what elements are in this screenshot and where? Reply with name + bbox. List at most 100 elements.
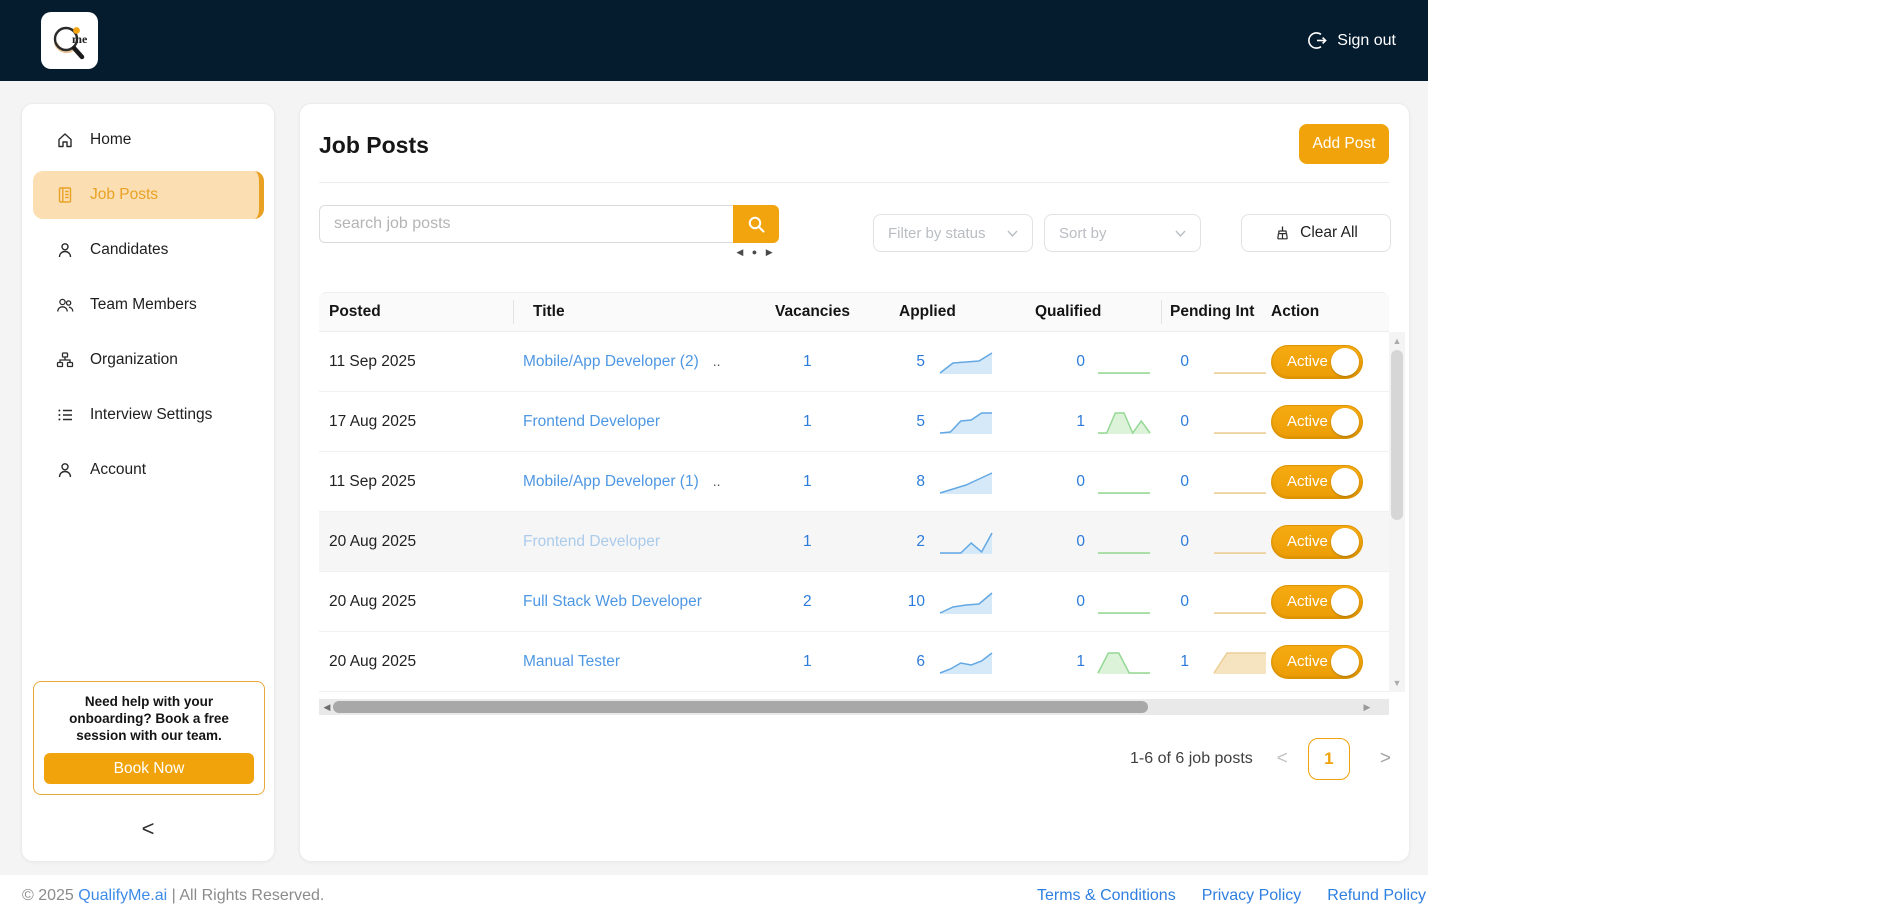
column-header-vacancies: Vacancies bbox=[775, 303, 850, 320]
cell-posted: 11 Sep 2025 bbox=[329, 472, 416, 490]
search-input[interactable] bbox=[319, 205, 733, 243]
job-title-link[interactable]: Manual Tester bbox=[523, 653, 620, 671]
vertical-scrollbar[interactable]: ▲ ▼ bbox=[1389, 332, 1405, 692]
clear-all-button[interactable]: Clear All bbox=[1241, 214, 1391, 252]
job-title-link[interactable]: Frontend Developer bbox=[523, 413, 660, 431]
sort-placeholder: Sort by bbox=[1059, 224, 1107, 242]
qualified-count-link[interactable]: 1 bbox=[1059, 653, 1085, 671]
cell-qualified: 0 bbox=[1031, 347, 1161, 377]
page-title: Job Posts bbox=[319, 132, 429, 158]
pending-sparkline bbox=[1213, 651, 1266, 674]
book-now-button[interactable]: Book Now bbox=[44, 753, 254, 784]
sign-out-button[interactable]: Sign out bbox=[1307, 0, 1396, 81]
status-toggle[interactable]: Active bbox=[1271, 404, 1363, 439]
pending-count-link[interactable]: 0 bbox=[1169, 473, 1189, 491]
cell-title: Mobile/App Developer (2) .. bbox=[513, 353, 761, 371]
brand-footer-link[interactable]: QualifyMe.ai bbox=[78, 887, 167, 904]
filter-placeholder: Filter by status bbox=[888, 224, 986, 242]
status-toggle[interactable]: Active bbox=[1271, 584, 1363, 619]
pending-count-link[interactable]: 0 bbox=[1169, 533, 1189, 551]
qualified-sparkline bbox=[1097, 651, 1150, 674]
applied-count-link[interactable]: 5 bbox=[899, 413, 925, 431]
filter-by-status-select[interactable]: Filter by status bbox=[873, 214, 1033, 252]
pending-count-link[interactable]: 0 bbox=[1169, 593, 1189, 611]
pending-count-link[interactable]: 1 bbox=[1169, 653, 1189, 671]
qualified-count-link[interactable]: 1 bbox=[1059, 413, 1085, 431]
app-window: me Sign out Home Job Posts Candidates Te… bbox=[0, 0, 1428, 916]
scroll-down-icon[interactable]: ▼ bbox=[1389, 676, 1405, 690]
column-header-pending-int: Pending Int bbox=[1161, 300, 1269, 324]
qualified-count-link[interactable]: 0 bbox=[1059, 533, 1085, 551]
sidebar-item-label: Home bbox=[90, 131, 132, 148]
privacy-policy-link[interactable]: Privacy Policy bbox=[1202, 887, 1302, 905]
applied-count-link[interactable]: 10 bbox=[899, 593, 925, 611]
clear-all-label: Clear All bbox=[1300, 224, 1358, 241]
applied-count-link[interactable]: 2 bbox=[899, 533, 925, 551]
pagination-next-button[interactable]: > bbox=[1380, 748, 1391, 770]
cell-vacancies[interactable]: 1 bbox=[761, 533, 871, 551]
refund-policy-link[interactable]: Refund Policy bbox=[1327, 887, 1426, 905]
sidebar-item-organization[interactable]: Organization bbox=[22, 336, 274, 384]
job-title-link[interactable]: Full Stack Web Developer bbox=[523, 593, 702, 611]
toggle-knob bbox=[1331, 647, 1359, 676]
cell-vacancies[interactable]: 1 bbox=[761, 353, 871, 371]
applied-count-link[interactable]: 6 bbox=[899, 653, 925, 671]
vertical-scrollbar-thumb[interactable] bbox=[1391, 350, 1403, 520]
pagination-page-1[interactable]: 1 bbox=[1307, 738, 1350, 780]
applied-sparkline bbox=[939, 591, 993, 614]
status-toggle[interactable]: Active bbox=[1271, 344, 1363, 379]
qualified-count-link[interactable]: 0 bbox=[1059, 353, 1085, 371]
sidebar-item-label: Interview Settings bbox=[90, 406, 213, 423]
toggle-knob bbox=[1331, 467, 1359, 496]
pending-sparkline bbox=[1214, 491, 1266, 494]
job-title-link[interactable]: Mobile/App Developer (1) bbox=[523, 473, 699, 491]
pagination-prev-button[interactable]: < bbox=[1277, 748, 1288, 770]
job-title-link[interactable]: Mobile/App Developer (2) bbox=[523, 353, 699, 371]
sidebar-item-job-posts[interactable]: Job Posts bbox=[33, 171, 264, 219]
status-toggle[interactable]: Active bbox=[1271, 644, 1363, 679]
applied-count-link[interactable]: 8 bbox=[899, 473, 925, 491]
copyright: © 2025 QualifyMe.ai | All Rights Reserve… bbox=[22, 887, 324, 905]
cell-vacancies[interactable]: 2 bbox=[761, 593, 871, 611]
sidebar-item-account[interactable]: Account bbox=[22, 446, 274, 494]
sidebar-item-home[interactable]: Home bbox=[22, 116, 274, 164]
pending-count-link[interactable]: 0 bbox=[1169, 413, 1189, 431]
cell-pending-int: 0 bbox=[1161, 527, 1269, 557]
table-row: 20 Aug 2025 Frontend Developer 1 2 0 0 A… bbox=[319, 512, 1389, 572]
horizontal-scrollbar-thumb[interactable] bbox=[333, 701, 1148, 713]
cell-posted: 11 Sep 2025 bbox=[329, 352, 416, 370]
sidebar-item-team-members[interactable]: Team Members bbox=[22, 281, 274, 329]
cell-title: Mobile/App Developer (1) .. bbox=[513, 473, 761, 491]
cell-vacancies[interactable]: 1 bbox=[761, 413, 871, 431]
status-toggle[interactable]: Active bbox=[1271, 464, 1363, 499]
column-header-applied: Applied bbox=[899, 303, 956, 320]
pending-count-link[interactable]: 0 bbox=[1169, 353, 1189, 371]
truncation-dots: .. bbox=[712, 472, 721, 489]
scroll-up-icon[interactable]: ▲ bbox=[1389, 334, 1405, 348]
cell-vacancies[interactable]: 1 bbox=[761, 473, 871, 491]
column-header-qualified: Qualified bbox=[1035, 303, 1102, 320]
cell-qualified: 0 bbox=[1031, 467, 1161, 497]
terms-link[interactable]: Terms & Conditions bbox=[1037, 887, 1176, 905]
add-post-button[interactable]: Add Post bbox=[1299, 124, 1389, 164]
sidebar: Home Job Posts Candidates Team Members O… bbox=[21, 103, 275, 862]
qualified-count-link[interactable]: 0 bbox=[1059, 473, 1085, 491]
cell-applied: 6 bbox=[871, 647, 1031, 677]
sidebar-item-candidates[interactable]: Candidates bbox=[22, 226, 274, 274]
sidebar-menu: Home Job Posts Candidates Team Members O… bbox=[22, 104, 274, 494]
cell-vacancies[interactable]: 1 bbox=[761, 653, 871, 671]
scroll-right-icon[interactable]: ▶ bbox=[1359, 702, 1375, 713]
brand-logo[interactable]: me bbox=[41, 12, 98, 69]
search-button[interactable] bbox=[733, 205, 779, 243]
status-toggle[interactable]: Active bbox=[1271, 524, 1363, 559]
page-background: Home Job Posts Candidates Team Members O… bbox=[0, 81, 1428, 875]
applied-count-link[interactable]: 5 bbox=[899, 353, 925, 371]
sidebar-item-interview-settings[interactable]: Interview Settings bbox=[22, 391, 274, 439]
sort-by-select[interactable]: Sort by bbox=[1044, 214, 1201, 252]
sidebar-collapse-button[interactable]: < bbox=[22, 816, 274, 842]
cell-action: Active bbox=[1269, 644, 1389, 679]
qualified-count-link[interactable]: 0 bbox=[1059, 593, 1085, 611]
job-title-link[interactable]: Frontend Developer bbox=[523, 533, 660, 551]
horizontal-scrollbar[interactable]: ◀ ▶ bbox=[319, 699, 1389, 715]
table-row: 17 Aug 2025 Frontend Developer 1 5 1 0 A… bbox=[319, 392, 1389, 452]
